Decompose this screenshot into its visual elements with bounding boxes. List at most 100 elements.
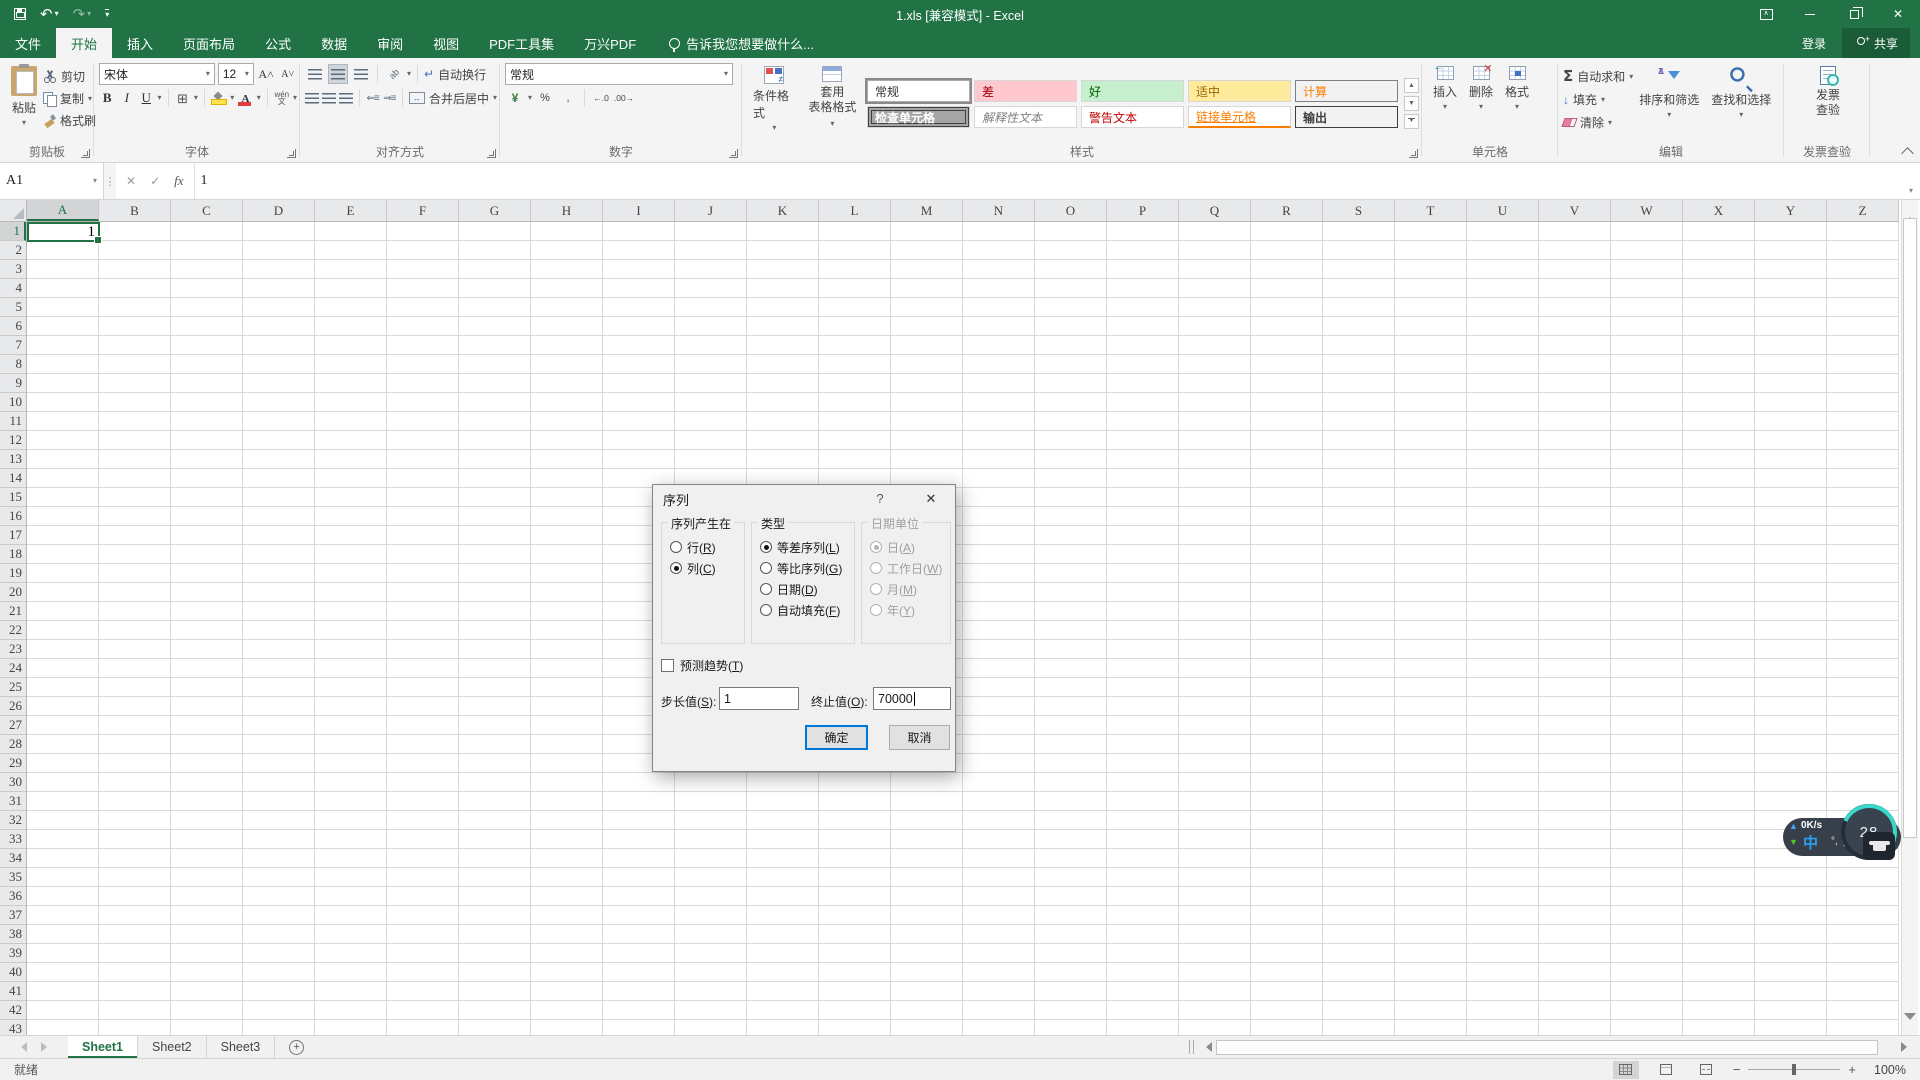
row-header-42[interactable]: 42 — [0, 1001, 26, 1020]
fill-color-button[interactable] — [211, 88, 228, 108]
restore-button[interactable] — [1832, 0, 1876, 28]
ribbon-tab-PDF工具集[interactable]: PDF工具集 — [474, 28, 569, 58]
style-cell-解释性文本[interactable]: 解释性文本 — [974, 106, 1077, 128]
align-middle-button[interactable] — [328, 64, 348, 84]
row-header-24[interactable]: 24 — [0, 659, 26, 678]
zoom-slider-thumb[interactable] — [1792, 1064, 1797, 1075]
row-header-27[interactable]: 27 — [0, 716, 26, 735]
ribbon-display-options-button[interactable] — [1744, 0, 1788, 28]
row-header-20[interactable]: 20 — [0, 583, 26, 602]
radio-月[interactable] — [870, 583, 882, 595]
format-as-table-button[interactable]: 套用 表格格式 ▾ — [802, 62, 863, 144]
radio-option-等差序列[interactable]: 等差序列(L) — [760, 537, 854, 557]
decrease-decimal-button[interactable]: .00→ — [614, 88, 634, 108]
row-header-10[interactable]: 10 — [0, 393, 26, 412]
row-header-36[interactable]: 36 — [0, 887, 26, 906]
dialog-help-button[interactable]: ? — [871, 491, 889, 506]
tell-me-box[interactable]: 告诉我您想要做什么... — [669, 28, 814, 58]
borders-button[interactable]: ⊞ — [174, 88, 191, 108]
widget-skin-button[interactable] — [1863, 832, 1895, 860]
sheet-tab-Sheet2[interactable]: Sheet2 — [138, 1036, 207, 1058]
name-box-resizer[interactable]: ⋮ — [104, 163, 116, 199]
confirm-entry-button[interactable]: ✓ — [150, 174, 160, 188]
minimize-button[interactable] — [1788, 0, 1832, 28]
column-header-Q[interactable]: Q — [1179, 200, 1251, 221]
column-header-Z[interactable]: Z — [1827, 200, 1899, 221]
style-cell-好[interactable]: 好 — [1081, 80, 1184, 102]
prev-sheet-button[interactable] — [16, 1042, 27, 1052]
row-header-5[interactable]: 5 — [0, 298, 26, 317]
ribbon-tab-数据[interactable]: 数据 — [306, 28, 362, 58]
column-header-K[interactable]: K — [747, 200, 819, 221]
radio-年[interactable] — [870, 604, 882, 616]
radio-工作日[interactable] — [870, 562, 882, 574]
cancel-entry-button[interactable]: ✕ — [126, 174, 136, 188]
underline-button[interactable]: U — [138, 88, 155, 108]
cancel-button[interactable]: 取消 — [889, 725, 950, 750]
shrink-font-button[interactable]: A˅ — [278, 64, 297, 84]
formula-input[interactable]: 1 — [194, 163, 1902, 199]
italic-button[interactable]: I — [119, 88, 136, 108]
name-box[interactable]: A1 ▾ — [0, 163, 104, 199]
row-header-11[interactable]: 11 — [0, 412, 26, 431]
tab-splitter[interactable] — [1189, 1040, 1194, 1054]
trend-checkbox-row[interactable]: 预测趋势(T) — [661, 657, 743, 674]
column-header-S[interactable]: S — [1323, 200, 1395, 221]
row-header-19[interactable]: 19 — [0, 564, 26, 583]
style-cell-输出[interactable]: 输出 — [1295, 106, 1398, 128]
style-cell-警告文本[interactable]: 警告文本 — [1081, 106, 1184, 128]
share-button[interactable]: 共享 — [1841, 28, 1910, 58]
style-cell-计算[interactable]: 计算 — [1295, 80, 1398, 102]
increase-indent-button[interactable]: ⇒≡ — [382, 88, 396, 108]
radio-等差序列[interactable] — [760, 541, 772, 553]
column-header-D[interactable]: D — [243, 200, 315, 221]
sort-filter-button[interactable]: AZ 排序和筛选 ▾ — [1633, 62, 1705, 144]
column-header-O[interactable]: O — [1035, 200, 1107, 221]
delete-cells-button[interactable]: ✕ 删除 ▾ — [1463, 62, 1499, 144]
row-header-43[interactable]: 43 — [0, 1020, 26, 1035]
row-header-26[interactable]: 26 — [0, 697, 26, 716]
radio-option-月[interactable]: 月(M) — [870, 579, 950, 599]
horizontal-scroll-thumb[interactable] — [1216, 1039, 1878, 1055]
clear-button[interactable]: 清除 ▾ — [1561, 112, 1633, 133]
dialog-launcher-icon[interactable] — [287, 149, 296, 158]
close-button[interactable]: ✕ — [1876, 0, 1920, 28]
radio-日[interactable] — [870, 541, 882, 553]
row-header-30[interactable]: 30 — [0, 773, 26, 792]
radio-option-行[interactable]: 行(R) — [670, 537, 744, 557]
style-cell-检查单元格[interactable]: 检查单元格 — [867, 106, 970, 128]
font-color-button[interactable]: A — [237, 88, 254, 108]
invoice-check-button[interactable]: 发票 查验 — [1810, 62, 1846, 144]
percent-style-button[interactable]: % — [535, 88, 555, 108]
row-header-2[interactable]: 2 — [0, 241, 26, 260]
row-header-1[interactable]: 1 — [0, 222, 26, 241]
radio-option-等比序列[interactable]: 等比序列(G) — [760, 558, 854, 578]
sheet-tab-Sheet3[interactable]: Sheet3 — [207, 1036, 276, 1058]
find-select-button[interactable]: 查找和选择 ▾ — [1705, 62, 1777, 144]
column-header-W[interactable]: W — [1611, 200, 1683, 221]
view-page-break-button[interactable] — [1693, 1061, 1719, 1079]
sheet-cells[interactable]: 1 — [27, 222, 1899, 1035]
row-header-23[interactable]: 23 — [0, 640, 26, 659]
column-header-E[interactable]: E — [315, 200, 387, 221]
scroll-left-arrow[interactable] — [1198, 1042, 1214, 1052]
row-header-15[interactable]: 15 — [0, 488, 26, 507]
zoom-in-button[interactable]: + — [1848, 1062, 1856, 1077]
row-header-33[interactable]: 33 — [0, 830, 26, 849]
ribbon-tab-公式[interactable]: 公式 — [250, 28, 306, 58]
row-header-38[interactable]: 38 — [0, 925, 26, 944]
decrease-indent-button[interactable]: ⇐≡ — [366, 88, 379, 108]
column-header-L[interactable]: L — [819, 200, 891, 221]
dialog-launcher-icon[interactable] — [1409, 149, 1418, 158]
radio-行[interactable] — [670, 541, 682, 553]
dialog-launcher-icon[interactable] — [81, 149, 90, 158]
radio-option-自动填充[interactable]: 自动填充(F) — [760, 600, 854, 620]
vertical-scrollbar[interactable] — [1901, 197, 1918, 1040]
row-header-4[interactable]: 4 — [0, 279, 26, 298]
row-header-6[interactable]: 6 — [0, 317, 26, 336]
format-cells-button[interactable]: 格式 ▾ — [1499, 62, 1535, 144]
row-header-18[interactable]: 18 — [0, 545, 26, 564]
column-header-F[interactable]: F — [387, 200, 459, 221]
vertical-scroll-thumb[interactable] — [1903, 218, 1917, 838]
row-header-32[interactable]: 32 — [0, 811, 26, 830]
